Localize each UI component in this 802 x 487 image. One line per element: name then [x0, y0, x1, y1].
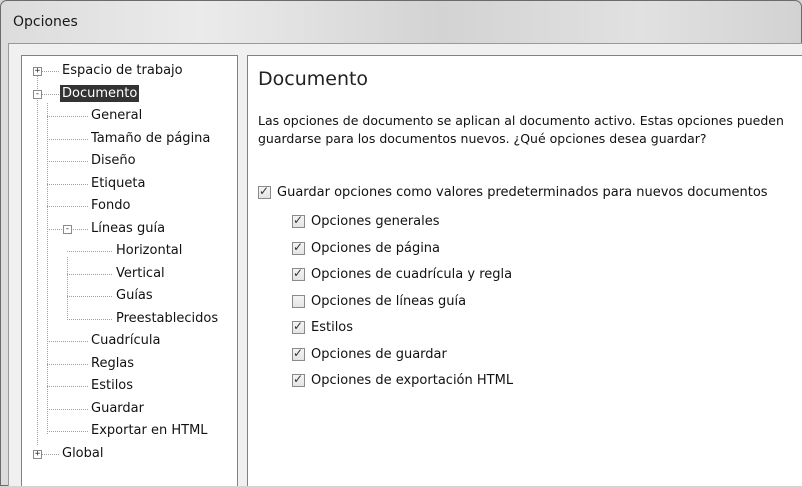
tree-item-espacio-de-trabajo[interactable]: Espacio de trabajo: [62, 62, 183, 79]
checkbox-label: Opciones generales: [311, 214, 440, 229]
tree-item-cuadrícula[interactable]: Cuadrícula: [91, 332, 160, 349]
checkbox-box[interactable]: [292, 213, 305, 228]
checkbox-box[interactable]: [292, 240, 305, 255]
tree-item-documento[interactable]: Documento: [60, 85, 140, 102]
tree-item-diseño[interactable]: Diseño: [91, 152, 136, 169]
tree-item-global[interactable]: Global: [62, 445, 103, 462]
checkbox-label: Opciones de cuadrícula y regla: [311, 267, 513, 282]
checkbox-label: Opciones de exportación HTML: [311, 373, 514, 388]
title-bar[interactable]: Opciones: [1, 1, 802, 43]
panel-description: Las opciones de documento se aplican al …: [258, 113, 784, 146]
checkbox-box[interactable]: [292, 319, 305, 334]
tree-item-líneas-guía[interactable]: Líneas guía: [91, 220, 165, 237]
checkbox-label: Estilos: [311, 320, 354, 335]
collapse-icon[interactable]: -: [63, 225, 72, 234]
tree-item-exportar-en-html[interactable]: Exportar en HTML: [91, 422, 208, 439]
option-checkbox[interactable]: Estilos: [292, 319, 354, 335]
tree-item-guardar[interactable]: Guardar: [91, 400, 144, 417]
option-checkbox[interactable]: Opciones de cuadrícula y regla: [292, 266, 513, 282]
tree-item-guías[interactable]: Guías: [116, 287, 153, 304]
checkbox-label: Opciones de guardar: [311, 346, 447, 362]
option-checkbox[interactable]: Opciones de guardar: [292, 346, 447, 362]
tree-item-horizontal[interactable]: Horizontal: [116, 242, 182, 259]
tree-item-etiqueta[interactable]: Etiqueta: [91, 175, 145, 192]
option-checkbox[interactable]: Opciones de página: [292, 240, 441, 256]
collapse-icon[interactable]: -: [33, 90, 42, 99]
expand-icon[interactable]: +: [33, 67, 42, 76]
tree-item-general[interactable]: General: [91, 107, 142, 124]
option-checkbox[interactable]: Opciones generales: [292, 213, 440, 229]
save-defaults-checkbox[interactable]: Guardar opciones como valores predetermi…: [258, 184, 768, 200]
options-tree[interactable]: Espacio de trabajo + Documento - General Tama…: [21, 55, 238, 486]
tree-item-reglas[interactable]: Reglas: [91, 355, 134, 372]
tree-item-tamaño-de-página[interactable]: Tamaño de página: [91, 130, 210, 147]
tree-item-fondo[interactable]: Fondo: [91, 197, 130, 214]
option-checkbox[interactable]: Opciones de líneas guía: [292, 294, 466, 309]
tree-item-estilos[interactable]: Estilos: [91, 377, 133, 394]
tree-item-preestablecidos[interactable]: Preestablecidos: [116, 310, 218, 327]
page-title: Documento: [258, 68, 369, 90]
checkbox-box[interactable]: [292, 266, 305, 281]
window-title: Opciones: [13, 14, 78, 30]
checkbox-box[interactable]: [258, 184, 271, 199]
checkbox-label: Opciones de página: [311, 240, 441, 256]
checkbox-box[interactable]: [292, 294, 305, 308]
checkbox-box[interactable]: [292, 346, 305, 361]
tree-item-vertical[interactable]: Vertical: [116, 265, 165, 282]
option-checkbox[interactable]: Opciones de exportación HTML: [292, 372, 514, 388]
checkbox-label: Opciones de líneas guía: [311, 293, 467, 309]
expand-icon[interactable]: +: [33, 450, 42, 459]
checkbox-box[interactable]: [292, 372, 305, 387]
checkbox-label: Guardar opciones como valores predetermi…: [277, 185, 768, 200]
